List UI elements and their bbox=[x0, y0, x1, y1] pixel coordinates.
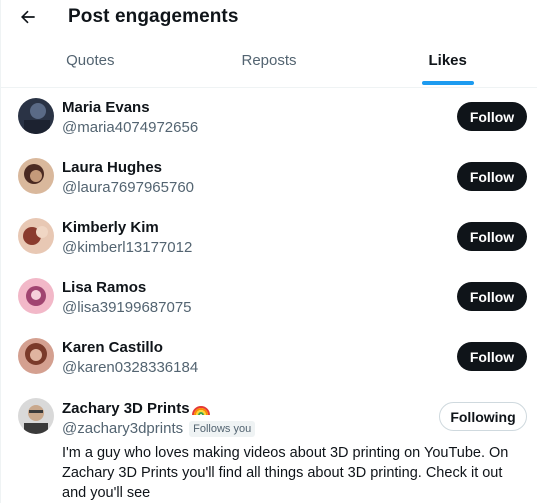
post-engagements-page: Post engagements Quotes Reposts Likes Ma… bbox=[0, 0, 537, 503]
tab-label: Reposts bbox=[241, 52, 297, 69]
user-name[interactable]: Zachary 3D Prints bbox=[62, 400, 210, 417]
follow-button[interactable]: Follow bbox=[457, 222, 527, 251]
back-button[interactable] bbox=[15, 4, 41, 30]
user-list: Maria Evans @maria4074972656 Follow Laur… bbox=[1, 88, 537, 501]
tab-likes[interactable]: Likes bbox=[358, 34, 537, 87]
page-title: Post engagements bbox=[68, 6, 239, 27]
user-name[interactable]: Maria Evans bbox=[62, 99, 150, 116]
user-row[interactable]: Karen Castillo @karen0328336184 Follow bbox=[1, 328, 537, 388]
user-name[interactable]: Karen Castillo bbox=[62, 339, 163, 356]
follows-you-badge: Follows you bbox=[189, 420, 256, 437]
user-name-text: Zachary 3D Prints bbox=[62, 400, 190, 417]
user-row[interactable]: Lisa Ramos @lisa39199687075 Follow bbox=[1, 268, 537, 328]
user-row[interactable]: Kimberly Kim @kimberl13177012 Follow bbox=[1, 208, 537, 268]
user-row[interactable]: Laura Hughes @laura7697965760 Follow bbox=[1, 148, 537, 208]
user-name[interactable]: Kimberly Kim bbox=[62, 219, 159, 236]
tab-bar: Quotes Reposts Likes bbox=[1, 34, 537, 88]
following-button[interactable]: Following bbox=[439, 402, 527, 431]
avatar[interactable] bbox=[18, 218, 54, 254]
avatar[interactable] bbox=[18, 98, 54, 134]
header: Post engagements bbox=[1, 0, 537, 34]
user-name[interactable]: Laura Hughes bbox=[62, 159, 162, 176]
tab-label: Likes bbox=[428, 52, 467, 69]
user-handle[interactable]: @maria4074972656 bbox=[62, 119, 198, 136]
user-row[interactable]: Zachary 3D Prints @zachary3dprints Follo… bbox=[1, 388, 537, 501]
follow-button[interactable]: Follow bbox=[457, 282, 527, 311]
user-handle[interactable]: @lisa39199687075 bbox=[62, 299, 192, 316]
tab-reposts[interactable]: Reposts bbox=[180, 34, 359, 87]
user-bio: I'm a guy who loves making videos about … bbox=[62, 445, 509, 501]
user-handle[interactable]: @kimberl13177012 bbox=[62, 239, 192, 256]
arrow-left-icon bbox=[21, 10, 35, 24]
user-handle[interactable]: @karen0328336184 bbox=[62, 359, 198, 376]
avatar[interactable] bbox=[18, 338, 54, 374]
avatar[interactable] bbox=[18, 398, 54, 434]
avatar[interactable] bbox=[18, 158, 54, 194]
active-tab-indicator bbox=[421, 81, 474, 85]
user-handle[interactable]: @laura7697965760 bbox=[62, 179, 194, 196]
user-handle-line: @zachary3dprints Follows you bbox=[62, 420, 256, 437]
tab-label: Quotes bbox=[66, 52, 115, 69]
follow-button[interactable]: Follow bbox=[457, 342, 527, 371]
user-handle[interactable]: @zachary3dprints bbox=[62, 420, 183, 437]
avatar[interactable] bbox=[18, 278, 54, 314]
tab-quotes[interactable]: Quotes bbox=[1, 34, 180, 87]
rainbow-icon bbox=[191, 405, 210, 415]
user-row[interactable]: Maria Evans @maria4074972656 Follow bbox=[1, 88, 537, 148]
user-name[interactable]: Lisa Ramos bbox=[62, 279, 146, 296]
follow-button[interactable]: Follow bbox=[457, 162, 527, 191]
follow-button[interactable]: Follow bbox=[457, 102, 527, 131]
